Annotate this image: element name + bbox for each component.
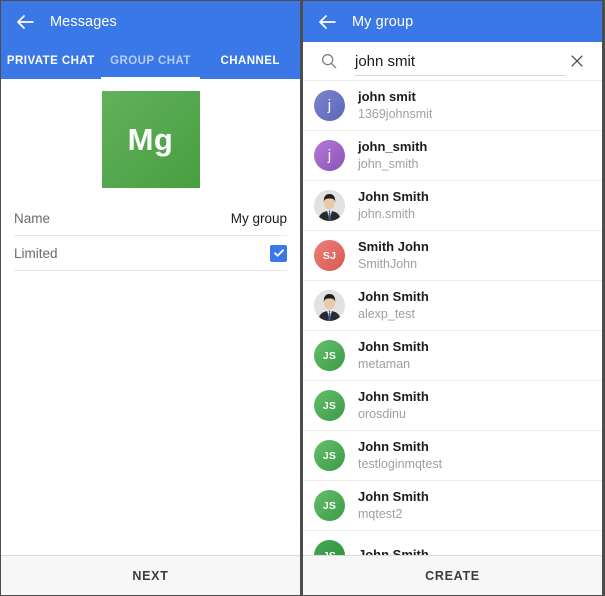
list-item[interactable]: JS John Smith metaman [303,331,602,381]
right-appbar-title: My group [352,14,413,30]
list-item[interactable]: John Smith alexp_test [303,281,602,331]
group-name-label: Name [14,211,50,226]
search-input[interactable]: john smit [355,42,558,80]
list-item-text: John Smith alexp_test [358,289,429,323]
create-button[interactable]: CREATE [303,555,602,595]
list-item-text: John Smith mqtest2 [358,489,429,523]
avatar: JS [314,540,345,555]
group-limited-row[interactable]: Limited [14,236,287,271]
list-item[interactable]: JS John Smith testloginmqtest [303,431,602,481]
contact-name: John Smith [358,547,429,555]
back-arrow-icon[interactable] [15,12,35,32]
dual-screenshot-container: Messages PRIVATE CHAT GROUP CHAT CHANNEL… [0,0,605,596]
group-form-body: Mg Name My group Limited [1,79,300,555]
create-button-label: CREATE [425,569,480,583]
contact-username: orosdinu [358,406,429,423]
check-icon [273,247,285,259]
avatar-initials: JS [323,350,336,362]
avatar-photo [314,290,345,321]
contact-username: john.smith [358,206,429,223]
tab-channel[interactable]: CHANNEL [200,42,300,79]
contact-name: john_smith [358,139,427,156]
limited-checkbox[interactable] [270,245,287,262]
contact-username: 1369johnsmit [358,106,432,123]
group-form-rows: Name My group Limited [1,201,300,271]
list-item[interactable]: j john_smith john_smith [303,131,602,181]
tab-private-chat-label: PRIVATE CHAT [7,55,95,67]
list-item[interactable]: SJ Smith John SmithJohn [303,231,602,281]
contact-name: John Smith [358,389,429,406]
group-avatar[interactable]: Mg [102,91,200,188]
list-item-text: Smith John SmithJohn [358,239,429,273]
avatar-initials: SJ [323,250,336,262]
avatar-initials: JS [323,550,336,556]
contact-name: John Smith [358,339,429,356]
search-underline [355,75,566,76]
list-item[interactable]: JS John Smith orosdinu [303,381,602,431]
avatar: JS [314,490,345,521]
contact-name: Smith John [358,239,429,256]
chat-type-tabs: PRIVATE CHAT GROUP CHAT CHANNEL [1,42,300,79]
member-search-panel: My group john smit j john smit [302,0,603,596]
close-icon[interactable] [568,52,586,70]
avatar-initials: j [328,147,332,164]
group-create-panel: Messages PRIVATE CHAT GROUP CHAT CHANNEL… [0,0,301,596]
contact-name: John Smith [358,439,442,456]
next-button-label: NEXT [132,569,168,583]
contact-name: John Smith [358,289,429,306]
list-item-text: John Smith john.smith [358,189,429,223]
avatar: j [314,140,345,171]
tab-group-chat[interactable]: GROUP CHAT [101,42,201,79]
person-icon [314,290,345,321]
avatar: SJ [314,240,345,271]
contact-name: John Smith [358,489,429,506]
left-appbar: Messages [1,1,300,42]
left-appbar-title: Messages [50,14,117,30]
avatar-initials: JS [323,500,336,512]
avatar: j [314,90,345,121]
avatar-initials: j [328,97,332,114]
contact-name: John Smith [358,189,429,206]
contact-name: john smit [358,89,432,106]
search-input-value: john smit [355,54,415,69]
list-item[interactable]: j john smit 1369johnsmit [303,81,602,131]
list-item-text: John Smith [358,547,429,555]
tab-channel-label: CHANNEL [220,55,279,67]
search-bar: john smit [303,42,602,80]
group-avatar-container: Mg [1,79,300,201]
avatar: JS [314,440,345,471]
list-item[interactable]: JS John Smith mqtest2 [303,481,602,531]
group-limited-label: Limited [14,246,58,261]
contact-username: john_smith [358,156,427,173]
contact-username: testloginmqtest [358,456,442,473]
avatar-initials: JS [323,400,336,412]
avatar-photo [314,190,345,221]
list-item-text: John Smith testloginmqtest [358,439,442,473]
list-item[interactable]: JS John Smith [303,531,602,555]
back-arrow-icon[interactable] [317,12,337,32]
search-icon [320,52,338,70]
tab-private-chat[interactable]: PRIVATE CHAT [1,42,101,79]
next-button[interactable]: NEXT [1,555,300,595]
right-appbar: My group [303,1,602,42]
list-item-text: John Smith orosdinu [358,389,429,423]
list-item-text: john_smith john_smith [358,139,427,173]
avatar-initials: JS [323,450,336,462]
list-item-text: john smit 1369johnsmit [358,89,432,123]
left-body-spacer [1,271,300,555]
group-name-row[interactable]: Name My group [14,201,287,236]
contact-results-list[interactable]: j john smit 1369johnsmit j john_smith jo… [303,80,602,555]
contact-username: mqtest2 [358,506,429,523]
avatar: JS [314,390,345,421]
list-item-text: John Smith metaman [358,339,429,373]
contact-username: metaman [358,356,429,373]
group-name-value: My group [231,211,287,226]
list-item[interactable]: John Smith john.smith [303,181,602,231]
contact-username: alexp_test [358,306,429,323]
avatar: JS [314,340,345,371]
contact-username: SmithJohn [358,256,429,273]
group-avatar-initials: Mg [128,122,174,158]
person-icon [314,190,345,221]
tab-group-chat-label: GROUP CHAT [110,55,191,67]
